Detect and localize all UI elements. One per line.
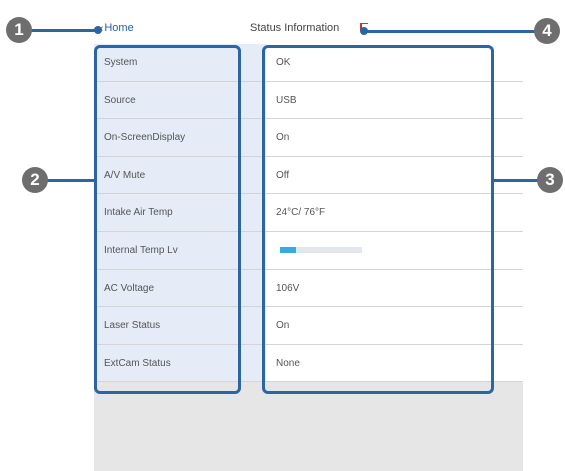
leader-line-2 (46, 179, 96, 182)
leader-dot-1 (94, 26, 102, 34)
leader-line-3 (492, 179, 539, 182)
callout-box-values (262, 45, 494, 394)
home-link[interactable]: ‹Home (100, 22, 134, 34)
callout-badge-1: 1 (6, 17, 32, 43)
home-label: Home (104, 22, 134, 34)
leader-line-1 (30, 29, 98, 32)
leader-dot-4 (360, 27, 368, 35)
callout-badge-2: 2 (22, 167, 48, 193)
leader-line-4 (364, 30, 536, 33)
callout-badge-3: 3 (537, 167, 563, 193)
callout-badge-4: 4 (534, 18, 560, 44)
callout-box-labels (94, 45, 241, 394)
page-title: Status Information (250, 22, 340, 34)
